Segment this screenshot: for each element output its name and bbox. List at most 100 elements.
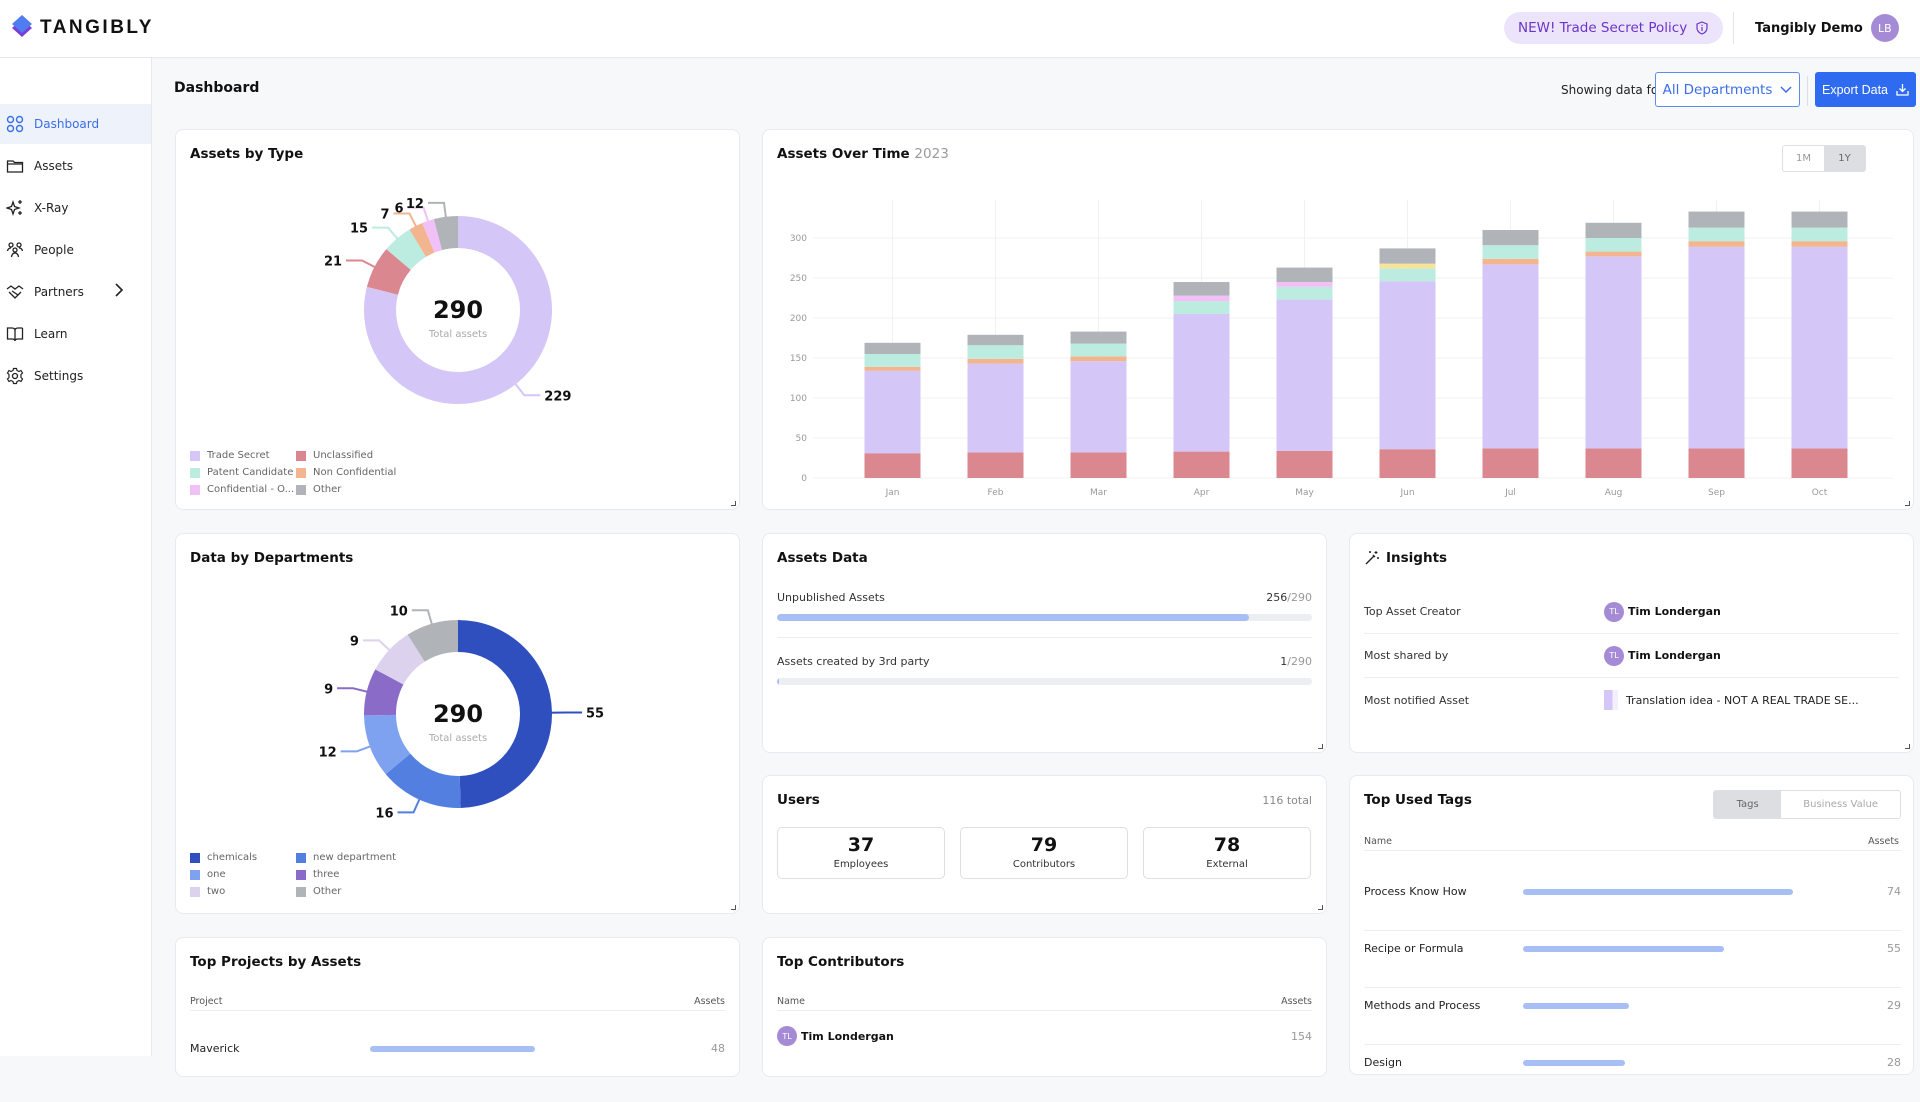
insight-user[interactable]: Tim Londergan xyxy=(1628,649,1721,662)
legend-item-three[interactable]: three xyxy=(296,869,406,880)
sidebar-item-learn[interactable]: Learn xyxy=(0,314,151,354)
legend-item-unclassified[interactable]: Unclassified xyxy=(296,450,406,461)
chevron-right-icon[interactable] xyxy=(114,283,124,301)
bar-segment-patent-candidate-may[interactable] xyxy=(1277,287,1333,300)
bar-segment-trade-secret-sep[interactable] xyxy=(1689,247,1745,449)
bar-segment-patent-candidate-sep[interactable] xyxy=(1689,228,1745,242)
x-tick-label: Aug xyxy=(1605,488,1623,498)
resize-handle[interactable] xyxy=(1905,744,1910,749)
resize-handle[interactable] xyxy=(731,905,736,910)
legend-item-other[interactable]: Other xyxy=(296,484,406,495)
bar-segment-non-confidential-mar[interactable] xyxy=(1071,356,1127,361)
bar-segment-confidential-o-apr[interactable] xyxy=(1174,296,1230,302)
bar-segment-patent-candidate-jun[interactable] xyxy=(1380,268,1436,281)
bar-segment-trade-secret-oct[interactable] xyxy=(1792,247,1848,449)
sidebar-item-settings[interactable]: Settings xyxy=(0,356,151,396)
legend-item-trade-secret[interactable]: Trade Secret xyxy=(190,450,296,461)
bar-segment-non-confidential-aug[interactable] xyxy=(1586,252,1642,257)
bar-segment-trade-secret-aug[interactable] xyxy=(1586,256,1642,448)
bar-segment-patent-candidate-oct[interactable] xyxy=(1792,228,1848,242)
bar-segment-trade-secret-may[interactable] xyxy=(1277,300,1333,451)
bar-segment-trade-secret-apr[interactable] xyxy=(1174,314,1230,452)
bar-segment-other-oct[interactable] xyxy=(1792,212,1848,228)
tag-row[interactable]: Process Know How 74 xyxy=(1364,874,1901,931)
legend-item-other[interactable]: Other xyxy=(296,886,406,897)
stat-employees[interactable]: 37Employees xyxy=(777,827,945,879)
resize-handle[interactable] xyxy=(1318,905,1323,910)
bar-segment-unclassified-may[interactable] xyxy=(1277,451,1333,478)
department-select[interactable]: All Departments xyxy=(1655,72,1800,107)
toggle-business-value[interactable]: Business Value xyxy=(1781,791,1900,818)
bar-segment-non-confidential-jul[interactable] xyxy=(1483,259,1539,265)
assets-by-type-legend: Trade SecretUnclassifiedPatent Candidate… xyxy=(190,450,406,495)
bar-segment-other-jul[interactable] xyxy=(1483,230,1539,245)
bar-segment-other-mar[interactable] xyxy=(1071,332,1127,344)
toggle-tags[interactable]: Tags xyxy=(1714,791,1781,818)
bar-segment-confidential-o-may[interactable] xyxy=(1277,282,1333,287)
tag-row[interactable]: Recipe or Formula 55 xyxy=(1364,931,1901,988)
sidebar-item-partners[interactable]: Partners xyxy=(0,272,151,312)
sidebar-item-people[interactable]: People xyxy=(0,230,151,270)
bar-segment-unclassified-aug[interactable] xyxy=(1586,448,1642,478)
trade-secret-policy-badge[interactable]: NEW! Trade Secret Policy xyxy=(1504,12,1723,44)
bar-segment-unclassified-jul[interactable] xyxy=(1483,448,1539,478)
bar-segment-unclassified-apr[interactable] xyxy=(1174,452,1230,478)
sidebar-item-dashboard[interactable]: Dashboard xyxy=(0,104,151,144)
bar-segment-non-confidential-jan[interactable] xyxy=(865,367,921,371)
legend-item-two[interactable]: two xyxy=(190,886,296,897)
bar-segment-non-confidential-feb[interactable] xyxy=(968,359,1024,364)
bar-segment-unclassified-oct[interactable] xyxy=(1792,448,1848,478)
bar-segment-other-aug[interactable] xyxy=(1586,223,1642,238)
legend-item-chemicals[interactable]: chemicals xyxy=(190,852,296,863)
legend-item-confidential-o[interactable]: Confidential - O... xyxy=(190,484,296,495)
bar-segment-patent-candidate-aug[interactable] xyxy=(1586,238,1642,252)
bar-segment-other-apr[interactable] xyxy=(1174,282,1230,296)
bar-segment-trade-secret-jan[interactable] xyxy=(865,371,921,453)
tag-row[interactable]: Design 28 xyxy=(1364,1045,1901,1102)
legend-label: Other xyxy=(313,484,341,495)
user-menu[interactable]: Tangibly Demo LB xyxy=(1755,14,1899,42)
bar-segment-patent-candidate-mar[interactable] xyxy=(1071,344,1127,357)
bar-segment-patent-candidate-jul[interactable] xyxy=(1483,245,1539,259)
bar-segment-trade-secret-feb[interactable] xyxy=(968,364,1024,453)
logo[interactable]: TANGIBLY xyxy=(10,15,154,41)
bar-segment-other-may[interactable] xyxy=(1277,268,1333,282)
legend-item-new-department[interactable]: new department xyxy=(296,852,406,863)
legend-item-non-confidential[interactable]: Non Confidential xyxy=(296,467,406,478)
resize-handle[interactable] xyxy=(731,501,736,506)
stat-contributors[interactable]: 79Contributors xyxy=(960,827,1128,879)
bar-segment-other-sep[interactable] xyxy=(1689,212,1745,228)
contributor-row[interactable]: TL Tim Londergan 154 xyxy=(777,1026,1312,1046)
bar-segment-non-confidential-sep[interactable] xyxy=(1689,241,1745,247)
legend-item-patent-candidate[interactable]: Patent Candidate xyxy=(190,467,296,478)
bar-segment-non-confidential-oct[interactable] xyxy=(1792,241,1848,247)
range-option-1y[interactable]: 1Y xyxy=(1824,146,1865,171)
bar-segment-patent-candidate-jan[interactable] xyxy=(865,354,921,367)
bar-segment-other-feb[interactable] xyxy=(968,335,1024,345)
resize-handle[interactable] xyxy=(1318,744,1323,749)
bar-segment-patent-candidate-feb[interactable] xyxy=(968,345,1024,359)
bar-segment-other-jan[interactable] xyxy=(865,343,921,354)
sidebar-item-assets[interactable]: Assets xyxy=(0,146,151,186)
legend-item-one[interactable]: one xyxy=(190,869,296,880)
export-data-button[interactable]: Export Data xyxy=(1815,72,1916,107)
bar-segment-unclassified-mar[interactable] xyxy=(1071,452,1127,478)
bar-segment-unclassified-sep[interactable] xyxy=(1689,448,1745,478)
sidebar-item-x-ray[interactable]: X-Ray xyxy=(0,188,151,228)
project-row[interactable]: Maverick 48 xyxy=(190,1040,725,1060)
bar-segment-unclassified-jun[interactable] xyxy=(1380,449,1436,478)
tag-row[interactable]: Methods and Process 29 xyxy=(1364,988,1901,1045)
bar-segment-other-jun[interactable] xyxy=(1380,248,1436,263)
bar-segment-trade-secret-jul[interactable] xyxy=(1483,264,1539,448)
resize-handle[interactable] xyxy=(1905,501,1910,506)
bar-segment-trade-secret-jun[interactable] xyxy=(1380,281,1436,449)
bar-segment-trade-secret-mar[interactable] xyxy=(1071,361,1127,452)
range-option-1m[interactable]: 1M xyxy=(1783,146,1824,171)
insight-asset[interactable]: Translation idea - NOT A REAL TRADE SE..… xyxy=(1626,694,1859,707)
insight-user[interactable]: Tim Londergan xyxy=(1628,605,1721,618)
stat-external[interactable]: 78External xyxy=(1143,827,1311,879)
bar-segment-unclassified-feb[interactable] xyxy=(968,452,1024,478)
bar-segment-unclassified-jan[interactable] xyxy=(865,453,921,478)
bar-segment-yellow-category-jun[interactable] xyxy=(1380,264,1436,269)
bar-segment-patent-candidate-apr[interactable] xyxy=(1174,301,1230,314)
